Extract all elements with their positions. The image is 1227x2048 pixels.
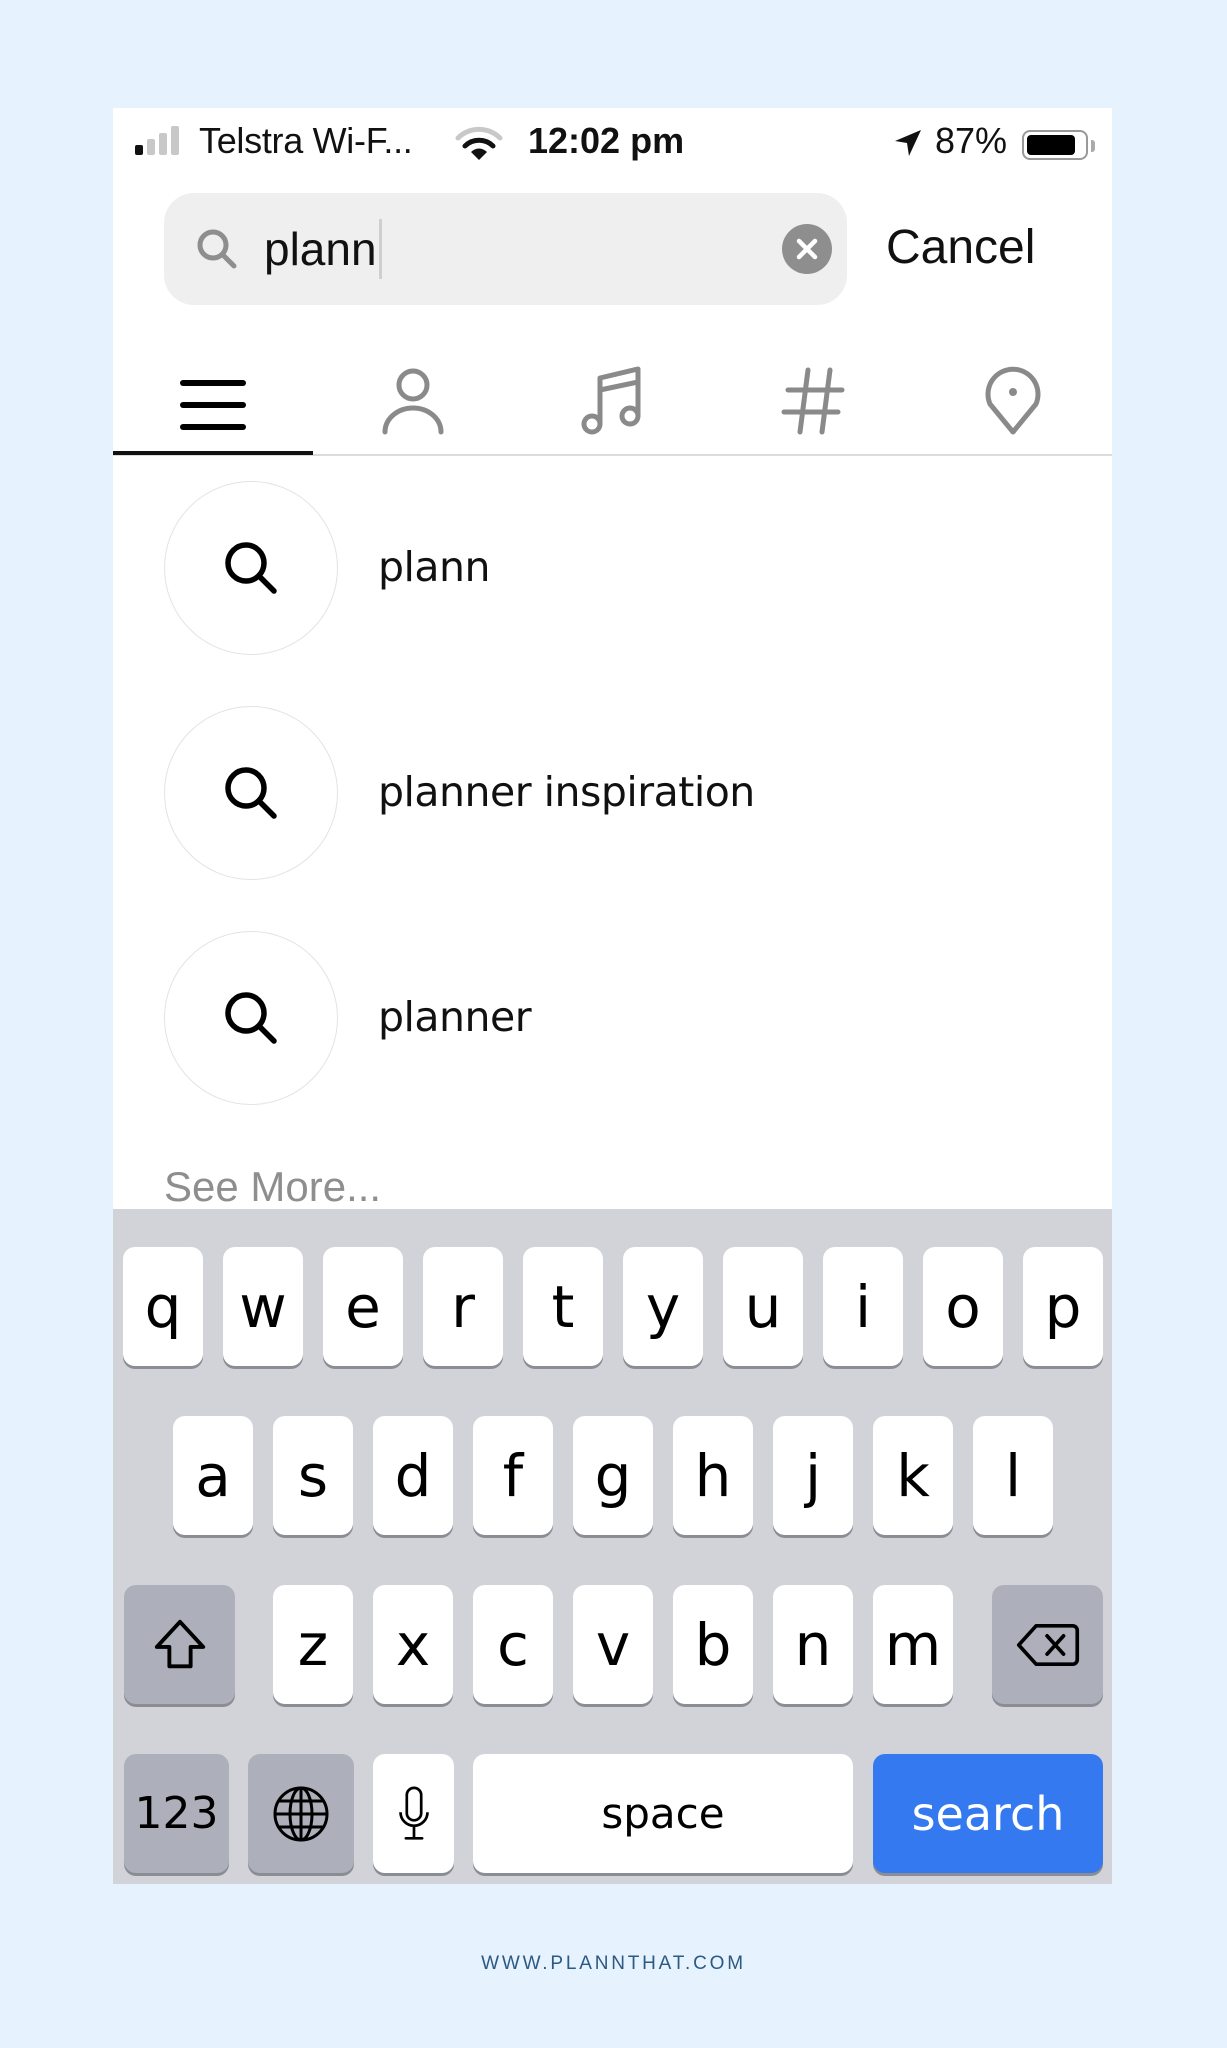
delete-key[interactable] — [992, 1585, 1103, 1704]
clear-search-button[interactable] — [782, 224, 832, 274]
suggestion-icon-circle — [164, 931, 338, 1105]
key-k[interactable]: k — [873, 1416, 953, 1535]
location-pin-icon — [985, 366, 1041, 435]
search-suggestion-row[interactable]: planner — [164, 931, 1064, 1107]
key-l[interactable]: l — [973, 1416, 1053, 1535]
carrier-name: Telstra Wi-F... — [199, 120, 413, 161]
suggestion-label: planner — [378, 993, 532, 1041]
key-z[interactable]: z — [273, 1585, 353, 1704]
key-q[interactable]: q — [123, 1247, 203, 1366]
cellular-signal-icon — [135, 125, 183, 155]
key-x[interactable]: x — [373, 1585, 453, 1704]
key-o[interactable]: o — [923, 1247, 1003, 1366]
key-t[interactable]: t — [523, 1247, 603, 1366]
phone-screen: Telstra Wi-F... 12:02 pm 87% Cancel — [113, 108, 1112, 1884]
key-m[interactable]: m — [873, 1585, 953, 1704]
key-g[interactable]: g — [573, 1416, 653, 1535]
battery-percentage: 87% — [935, 120, 1008, 161]
suggestion-icon-circle — [164, 706, 338, 880]
signal-bar — [159, 133, 167, 155]
battery-icon — [1022, 130, 1088, 160]
search-icon — [225, 767, 277, 819]
key-v[interactable]: v — [573, 1585, 653, 1704]
wifi-icon — [455, 126, 503, 160]
battery-nub — [1091, 140, 1095, 152]
suggestion-label: planner inspiration — [378, 768, 755, 816]
key-w[interactable]: w — [223, 1247, 303, 1366]
key-d[interactable]: d — [373, 1416, 453, 1535]
key-i[interactable]: i — [823, 1247, 903, 1366]
close-icon — [796, 238, 818, 260]
signal-bar — [171, 126, 179, 155]
numbers-key[interactable]: 123 — [124, 1754, 229, 1873]
signal-bar — [135, 145, 143, 155]
space-key[interactable]: space — [473, 1754, 853, 1873]
search-icon — [197, 229, 237, 269]
location-arrow-icon — [895, 130, 921, 156]
website-footer: WWW.PLANNTHAT.COM — [481, 1953, 746, 1974]
battery-level-fill — [1027, 135, 1075, 155]
search-icon — [225, 992, 277, 1044]
globe-icon — [273, 1786, 329, 1841]
globe-key[interactable] — [248, 1754, 354, 1873]
key-r[interactable]: r — [423, 1247, 503, 1366]
search-suggestion-row[interactable]: planner inspiration — [164, 706, 1064, 882]
tab-places[interactable] — [913, 348, 1112, 454]
key-h[interactable]: h — [673, 1416, 753, 1535]
cancel-button[interactable]: Cancel — [886, 220, 1035, 275]
search-category-tabs — [113, 348, 1112, 456]
hamburger-icon — [180, 380, 246, 430]
microphone-key[interactable] — [373, 1754, 454, 1873]
clock-time: 12:02 pm — [528, 120, 685, 161]
music-note-icon — [581, 366, 641, 435]
shift-arrow-icon — [154, 1619, 205, 1668]
backspace-icon — [1016, 1623, 1079, 1666]
suggestion-label: plann — [378, 543, 491, 591]
search-input[interactable] — [264, 213, 734, 285]
key-c[interactable]: c — [473, 1585, 553, 1704]
search-key[interactable]: search — [873, 1754, 1103, 1873]
hashtag-icon — [781, 367, 845, 435]
tab-audio[interactable] — [513, 348, 713, 454]
key-e[interactable]: e — [323, 1247, 403, 1366]
key-j[interactable]: j — [773, 1416, 853, 1535]
shift-key[interactable] — [124, 1585, 235, 1704]
search-suggestion-row[interactable]: plann — [164, 481, 1064, 657]
text-cursor — [378, 219, 382, 279]
key-y[interactable]: y — [623, 1247, 703, 1366]
key-a[interactable]: a — [173, 1416, 253, 1535]
key-n[interactable]: n — [773, 1585, 853, 1704]
person-icon — [382, 368, 444, 435]
search-bar[interactable] — [164, 193, 847, 305]
tab-accounts[interactable] — [313, 348, 513, 454]
key-f[interactable]: f — [473, 1416, 553, 1535]
key-s[interactable]: s — [273, 1416, 353, 1535]
microphone-icon — [398, 1786, 429, 1840]
status-bar: Telstra Wi-F... 12:02 pm 87% — [113, 108, 1112, 178]
active-tab-indicator — [113, 451, 313, 455]
key-b[interactable]: b — [673, 1585, 753, 1704]
see-more-link[interactable]: See More... — [164, 1163, 381, 1211]
key-p[interactable]: p — [1023, 1247, 1103, 1366]
signal-bar — [147, 139, 155, 155]
on-screen-keyboard: qwertyuiop asdfghjkl zxcvbnm 123 space s… — [113, 1209, 1112, 1884]
search-icon — [225, 542, 277, 594]
key-u[interactable]: u — [723, 1247, 803, 1366]
tab-tags[interactable] — [713, 348, 913, 454]
tab-top[interactable] — [113, 348, 313, 454]
suggestion-icon-circle — [164, 481, 338, 655]
